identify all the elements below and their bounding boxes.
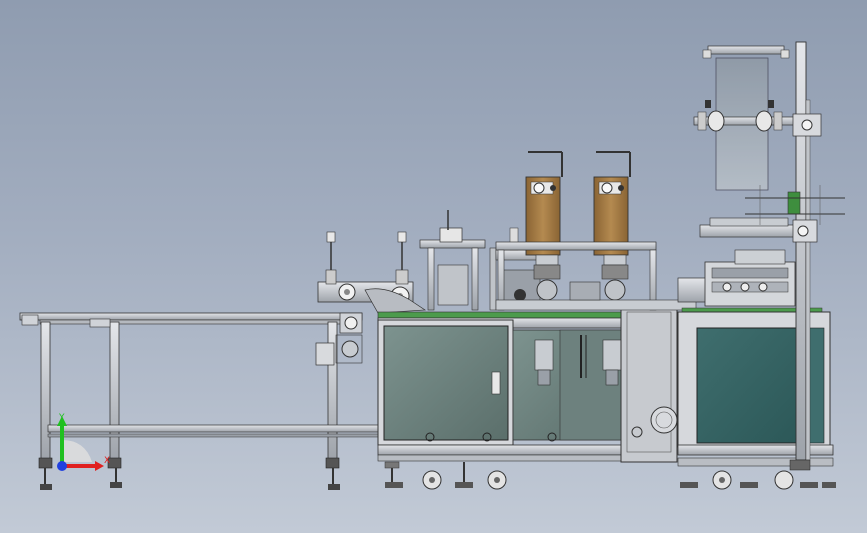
axis-triad bbox=[57, 416, 104, 471]
x-axis-label: X bbox=[104, 456, 111, 466]
feed-unit[interactable] bbox=[317, 231, 427, 314]
y-axis-label: Y bbox=[59, 413, 65, 423]
cad-viewport[interactable]: X Y bbox=[0, 0, 867, 533]
machine-drawing bbox=[19, 41, 845, 490]
conveyor[interactable] bbox=[19, 312, 379, 490]
